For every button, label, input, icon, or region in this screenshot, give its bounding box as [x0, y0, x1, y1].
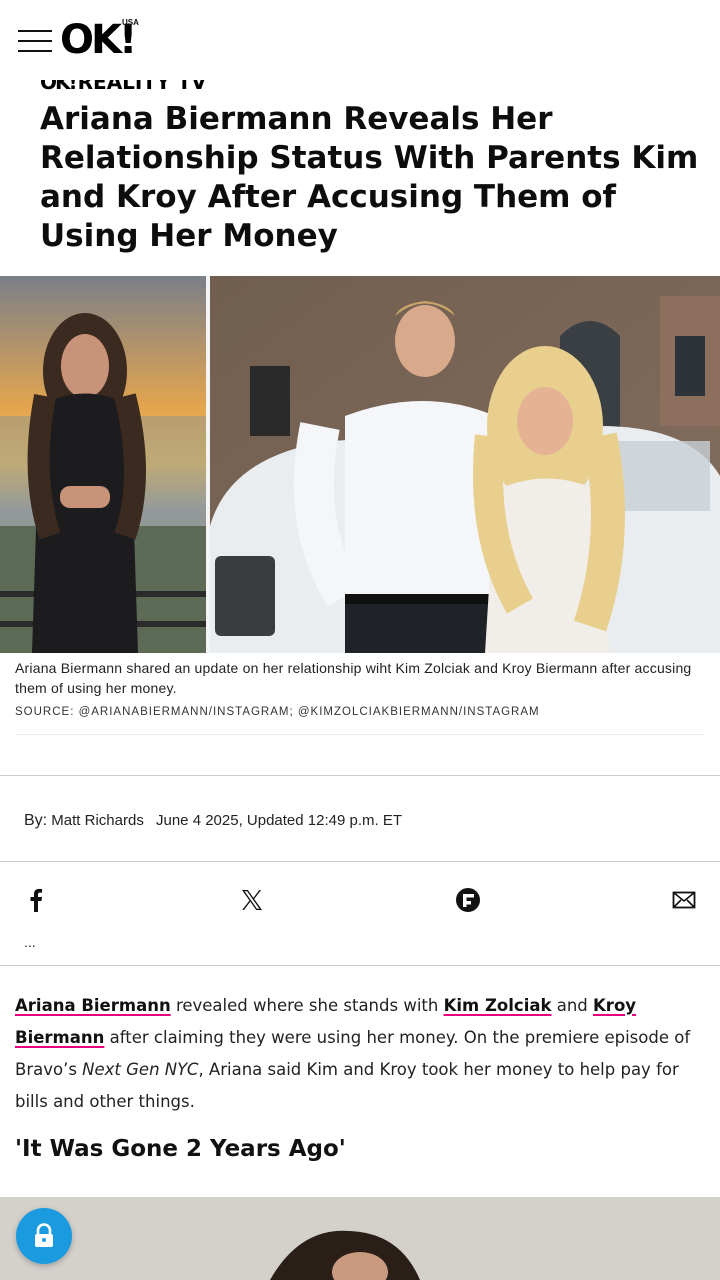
more-share-options[interactable]: ...	[24, 934, 36, 950]
x-icon[interactable]	[236, 884, 268, 916]
hero-image	[0, 276, 720, 653]
caption-divider	[15, 734, 705, 735]
publish-date: June 4 2025, Updated 12:49 p.m. ET	[156, 812, 402, 829]
body-text-2: and	[551, 996, 594, 1015]
email-icon[interactable]	[668, 884, 700, 916]
show-title: Next Gen NYC	[82, 1060, 199, 1079]
byline-top-divider	[0, 775, 720, 776]
image-source: SOURCE: @ARIANABIERMANN/INSTAGRAM; @KIMZ…	[15, 706, 540, 718]
site-logo[interactable]: OK! USA	[60, 18, 144, 62]
byline: By: Matt Richards June 4 2025, Updated 1…	[24, 812, 402, 830]
image-caption: Ariana Biermann shared an update on her …	[15, 660, 692, 696]
menu-icon[interactable]	[18, 28, 54, 54]
share-top-divider	[0, 861, 720, 862]
top-navigation-bar: OK! USA	[0, 0, 720, 80]
article-headline: Ariana Biermann Reveals Her Relationship…	[40, 101, 699, 254]
logo-edition: USA	[122, 18, 139, 27]
link-ariana-biermann[interactable]: Ariana Biermann	[15, 996, 171, 1015]
article-photo-2	[0, 1197, 720, 1280]
author-link[interactable]: Matt Richards	[51, 812, 144, 829]
byline-prefix: By:	[24, 812, 48, 829]
flipboard-icon[interactable]	[452, 884, 484, 916]
article-body-paragraph: Ariana Biermann revealed where she stand…	[15, 990, 705, 1118]
link-kim-zolciak[interactable]: Kim Zolciak	[444, 996, 552, 1015]
section-subheading: 'It Was Gone 2 Years Ago'	[15, 1136, 346, 1162]
privacy-lock-button[interactable]	[16, 1208, 72, 1264]
body-text-1: revealed where she stands with	[170, 996, 444, 1015]
lock-icon	[35, 1223, 53, 1247]
body-top-divider	[0, 965, 720, 966]
facebook-icon[interactable]	[20, 884, 52, 916]
share-bar	[0, 880, 720, 920]
